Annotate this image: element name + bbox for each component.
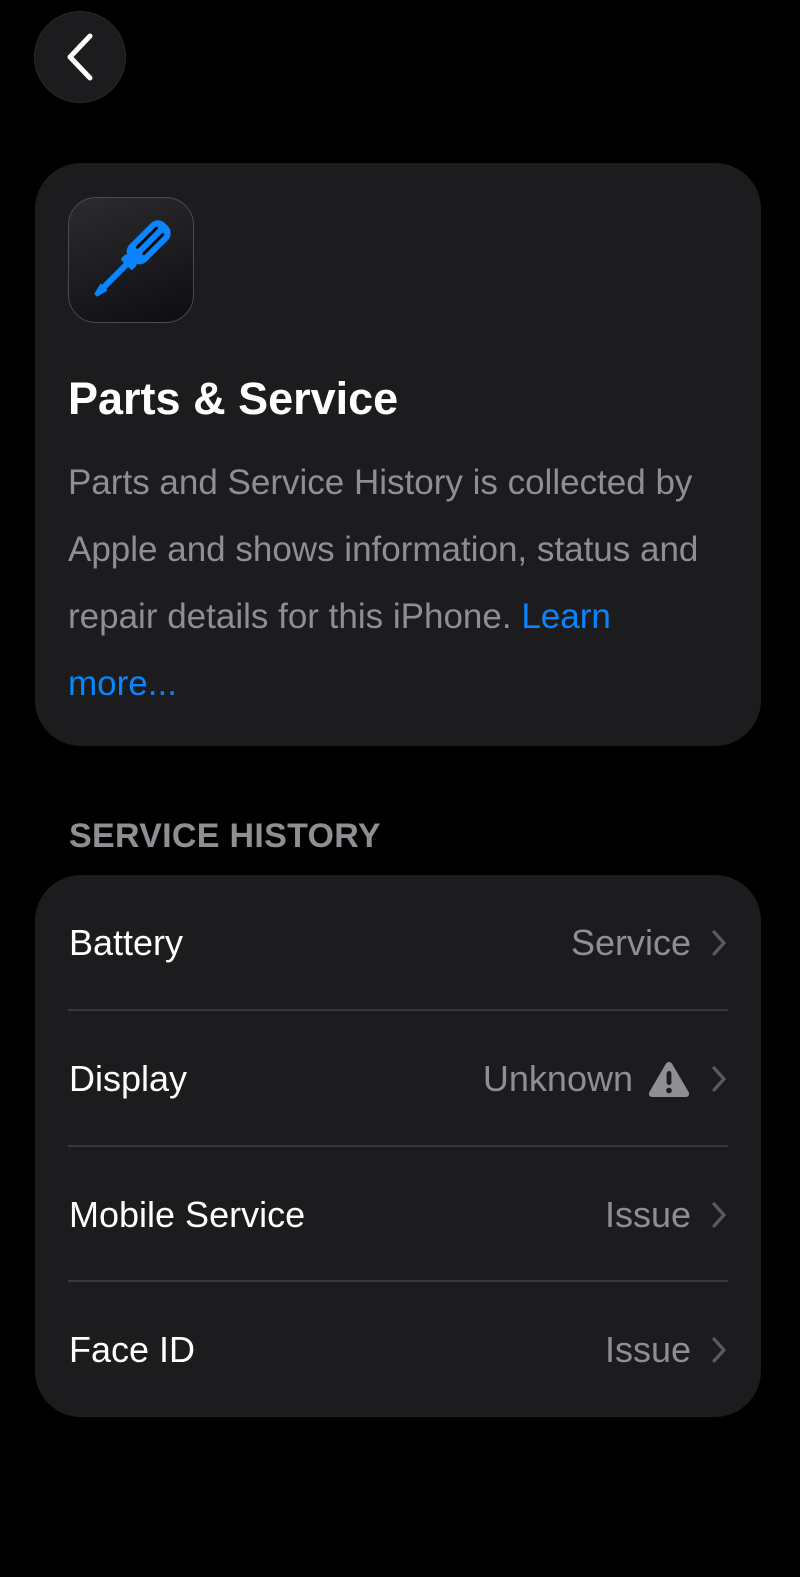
chevron-right-icon — [711, 1065, 727, 1093]
row-value: Unknown — [482, 1057, 633, 1099]
warning-icon — [647, 1060, 691, 1098]
row-label: Face ID — [69, 1329, 196, 1370]
row-value: Issue — [604, 1328, 691, 1370]
section-header: SERVICE HISTORY — [69, 817, 381, 855]
chevron-left-icon — [64, 32, 96, 82]
list-item-mobile-service[interactable]: Mobile Service Issue — [35, 1147, 761, 1282]
chevron-right-icon — [711, 1336, 727, 1364]
list-item-face-id[interactable]: Face ID Issue — [35, 1282, 761, 1417]
row-value: Issue — [604, 1193, 691, 1235]
chevron-right-icon — [711, 929, 727, 957]
screwdriver-icon — [68, 197, 194, 323]
row-value: Service — [570, 921, 691, 963]
card-description: Parts and Service History is collected b… — [68, 449, 728, 717]
list-item-battery[interactable]: Battery Service — [35, 875, 761, 1010]
row-label: Battery — [69, 922, 184, 963]
row-label: Mobile Service — [69, 1194, 306, 1235]
chevron-right-icon — [711, 1201, 727, 1229]
back-button[interactable] — [34, 11, 126, 103]
service-history-list: Battery Service Display Unknown Mobile S… — [35, 875, 761, 1417]
parts-service-info-card: Parts & Service Parts and Service Histor… — [35, 163, 761, 746]
row-label: Display — [69, 1058, 188, 1099]
page-title: Parts & Service — [68, 373, 399, 424]
list-item-display[interactable]: Display Unknown — [35, 1011, 761, 1146]
